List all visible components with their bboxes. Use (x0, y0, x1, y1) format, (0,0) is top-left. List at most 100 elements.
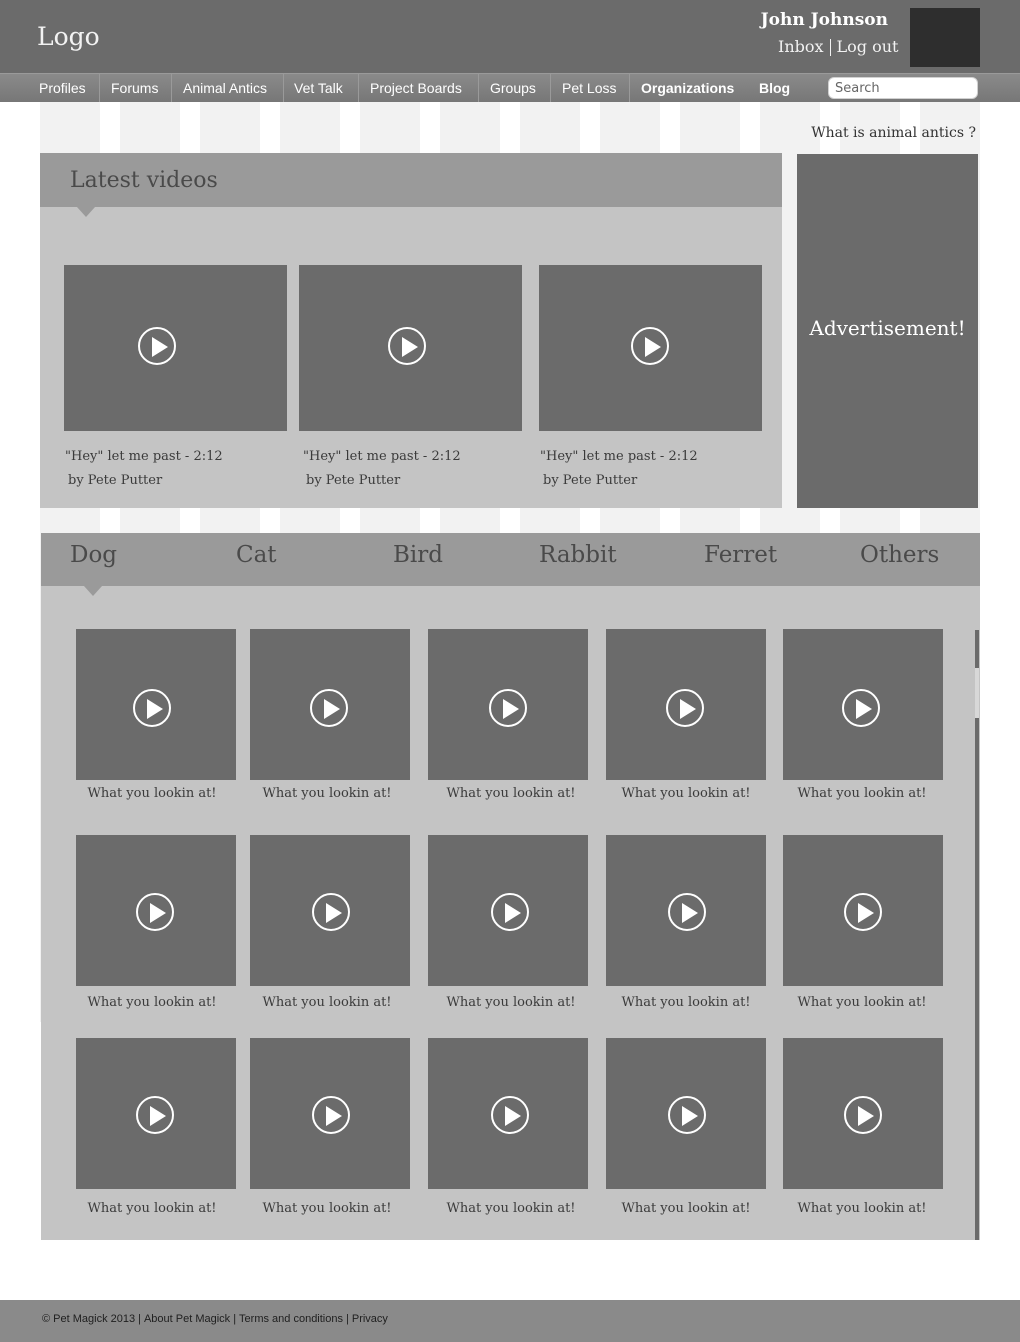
nav-item-vet-talk[interactable]: Vet Talk (294, 74, 343, 102)
video-caption[interactable]: What you lookin at! (606, 786, 766, 801)
tab-others[interactable]: Others (860, 542, 939, 568)
video-thumbnail[interactable] (783, 835, 943, 986)
video-thumbnail[interactable] (299, 265, 522, 431)
video-thumbnail[interactable] (539, 265, 762, 431)
video-caption[interactable]: What you lookin at! (72, 1201, 232, 1216)
footer-copyright: © Pet Magick 2013 (42, 1313, 136, 1325)
video-thumbnail[interactable] (783, 629, 943, 780)
footer-divider: | (233, 1313, 237, 1325)
nav-divider (283, 74, 284, 102)
video-thumbnail[interactable] (76, 1038, 236, 1189)
nav-item-groups[interactable]: Groups (490, 74, 536, 102)
header: Logo John Johnson Inbox Log out (0, 0, 1020, 73)
play-icon[interactable] (844, 893, 882, 931)
video-caption[interactable]: What you lookin at! (247, 786, 407, 801)
nav-divider (478, 74, 479, 102)
category-panel: Dog Cat Bird Rabbit Ferret Others What y… (41, 533, 980, 1240)
nav-item-pet-loss[interactable]: Pet Loss (562, 74, 616, 102)
video-author[interactable]: by Pete Putter (65, 469, 223, 493)
tab-dog[interactable]: Dog (70, 542, 117, 568)
video-caption[interactable]: What you lookin at! (782, 1201, 942, 1216)
footer-privacy-link[interactable]: Privacy (352, 1313, 388, 1325)
play-icon[interactable] (312, 1096, 350, 1134)
divider (829, 39, 831, 56)
video-thumbnail[interactable] (250, 629, 410, 780)
video-caption[interactable]: What you lookin at! (606, 1201, 766, 1216)
footer-divider: | (346, 1313, 349, 1325)
scrollbar-track[interactable] (975, 630, 979, 1240)
play-icon[interactable] (842, 689, 880, 727)
play-icon[interactable] (136, 893, 174, 931)
video-author[interactable]: by Pete Putter (303, 469, 461, 493)
video-author[interactable]: by Pete Putter (540, 469, 698, 493)
tab-cat[interactable]: Cat (236, 542, 277, 568)
nav-item-profiles[interactable]: Profiles (39, 74, 86, 102)
video-thumbnail[interactable] (250, 1038, 410, 1189)
nav-item-blog[interactable]: Blog (759, 74, 790, 102)
video-thumbnail[interactable] (606, 835, 766, 986)
video-caption[interactable]: What you lookin at! (431, 995, 591, 1010)
video-caption[interactable]: What you lookin at! (782, 995, 942, 1010)
nav-item-project-boards[interactable]: Project Boards (370, 74, 462, 102)
play-icon[interactable] (668, 893, 706, 931)
play-icon[interactable] (491, 1096, 529, 1134)
user-links: Inbox Log out (778, 37, 898, 56)
avatar[interactable] (910, 8, 980, 67)
nav-item-animal-antics[interactable]: Animal Antics (183, 74, 267, 102)
video-title[interactable]: "Hey" let me past - 2:12 (65, 445, 223, 469)
video-caption: "Hey" let me past - 2:12 by Pete Putter (540, 445, 698, 493)
video-caption[interactable]: What you lookin at! (72, 995, 232, 1010)
video-caption[interactable]: What you lookin at! (431, 1201, 591, 1216)
video-thumbnail[interactable] (428, 1038, 588, 1189)
video-thumbnail[interactable] (783, 1038, 943, 1189)
play-icon[interactable] (388, 327, 426, 365)
tab-ferret[interactable]: Ferret (704, 542, 777, 568)
user-name[interactable]: John Johnson (761, 10, 888, 30)
play-icon[interactable] (668, 1096, 706, 1134)
video-caption[interactable]: What you lookin at! (247, 1201, 407, 1216)
video-thumbnail[interactable] (64, 265, 287, 431)
play-icon[interactable] (491, 893, 529, 931)
play-icon[interactable] (138, 327, 176, 365)
latest-videos-header: Latest videos (40, 153, 782, 207)
play-icon[interactable] (136, 1096, 174, 1134)
advertisement-text: Advertisement! (809, 316, 966, 340)
video-thumbnail[interactable] (428, 835, 588, 986)
active-tab-indicator (84, 586, 102, 596)
logo[interactable]: Logo (37, 22, 100, 51)
video-caption[interactable]: What you lookin at! (606, 995, 766, 1010)
tab-rabbit[interactable]: Rabbit (539, 542, 617, 568)
category-tabs: Dog Cat Bird Rabbit Ferret Others (41, 533, 980, 586)
what-is-animal-antics-link[interactable]: What is animal antics ? (811, 125, 976, 141)
nav-item-organizations[interactable]: Organizations (641, 74, 734, 102)
inbox-link[interactable]: Inbox (778, 37, 824, 56)
tab-bird[interactable]: Bird (393, 542, 443, 568)
video-title[interactable]: "Hey" let me past - 2:12 (303, 445, 461, 469)
video-thumbnail[interactable] (606, 629, 766, 780)
video-caption[interactable]: What you lookin at! (431, 786, 591, 801)
video-caption[interactable]: What you lookin at! (72, 786, 232, 801)
nav-item-forums[interactable]: Forums (111, 74, 158, 102)
play-icon[interactable] (133, 689, 171, 727)
footer-about-link[interactable]: About Pet Magick (144, 1313, 230, 1325)
play-icon[interactable] (312, 893, 350, 931)
play-icon[interactable] (489, 689, 527, 727)
play-icon[interactable] (310, 689, 348, 727)
video-thumbnail[interactable] (606, 1038, 766, 1189)
play-icon[interactable] (666, 689, 704, 727)
latest-videos-title: Latest videos (70, 168, 218, 193)
video-thumbnail[interactable] (76, 629, 236, 780)
advertisement-box[interactable]: Advertisement! (797, 154, 978, 508)
search-input[interactable] (828, 77, 978, 99)
play-icon[interactable] (844, 1096, 882, 1134)
logout-link[interactable]: Log out (837, 37, 899, 56)
play-icon[interactable] (631, 327, 669, 365)
scrollbar-thumb[interactable] (975, 668, 979, 718)
video-thumbnail[interactable] (76, 835, 236, 986)
video-thumbnail[interactable] (250, 835, 410, 986)
video-caption[interactable]: What you lookin at! (782, 786, 942, 801)
footer-terms-link[interactable]: Terms and conditions (239, 1313, 343, 1325)
video-title[interactable]: "Hey" let me past - 2:12 (540, 445, 698, 469)
video-caption[interactable]: What you lookin at! (247, 995, 407, 1010)
video-thumbnail[interactable] (428, 629, 588, 780)
